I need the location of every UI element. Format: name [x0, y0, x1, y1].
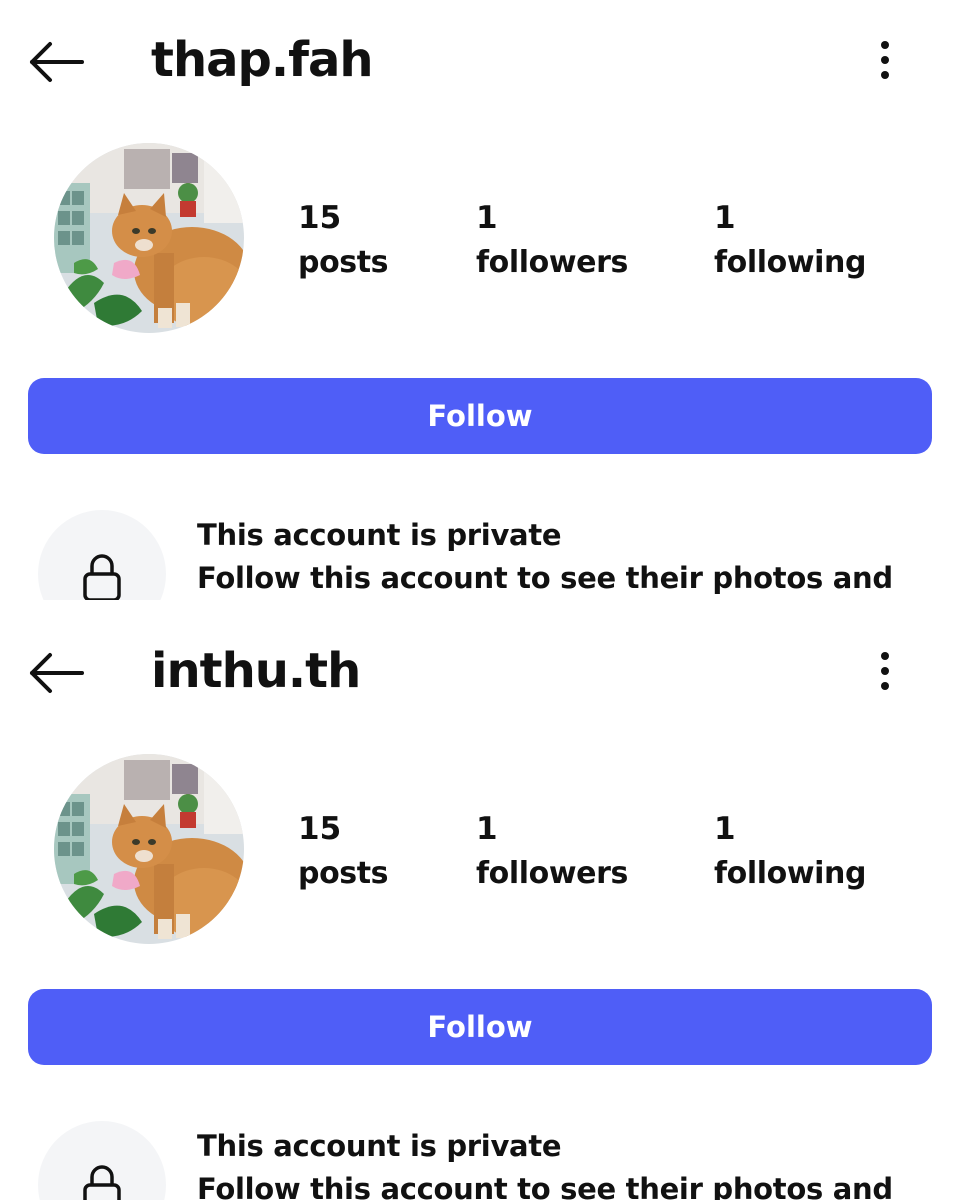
profile-avatar[interactable]: [54, 754, 244, 944]
followers-label: followers: [476, 245, 628, 280]
lock-icon: [83, 554, 121, 600]
cat-avatar-image: [54, 754, 244, 944]
more-vertical-icon: [881, 41, 889, 79]
private-account-title: This account is private: [197, 1129, 562, 1163]
private-account-title: This account is private: [197, 518, 562, 552]
profile-username: inthu.th: [151, 643, 361, 699]
back-button[interactable]: [26, 38, 86, 86]
private-account-description: Follow this account to see their photos …: [197, 561, 893, 595]
arrow-left-icon: [30, 653, 84, 693]
following-count: 1: [714, 200, 736, 236]
back-button[interactable]: [26, 649, 86, 697]
posts-count: 15: [298, 811, 342, 847]
stat-posts[interactable]: 15 posts: [298, 196, 389, 286]
private-account-description: Follow this account to see their photos …: [197, 1172, 893, 1200]
cat-avatar-image: [54, 143, 244, 333]
profile-panel-1: thap.fah 15 posts 1 followers 1 followin…: [0, 0, 960, 600]
followers-count: 1: [476, 811, 498, 847]
more-vertical-icon: [881, 652, 889, 690]
following-label: following: [714, 856, 867, 891]
followers-label: followers: [476, 856, 628, 891]
posts-label: posts: [298, 856, 389, 891]
follow-button[interactable]: Follow: [28, 989, 932, 1065]
profile-panel-2: inthu.th 15 posts 1 followers 1 followin…: [0, 611, 960, 1200]
following-count: 1: [714, 811, 736, 847]
more-options-button[interactable]: [866, 38, 904, 82]
follow-button[interactable]: Follow: [28, 378, 932, 454]
posts-count: 15: [298, 200, 342, 236]
profile-avatar[interactable]: [54, 143, 244, 333]
arrow-left-icon: [30, 42, 84, 82]
stat-followers[interactable]: 1 followers: [476, 807, 628, 897]
lock-icon: [83, 1165, 121, 1200]
stat-following[interactable]: 1 following: [714, 196, 866, 286]
stat-followers[interactable]: 1 followers: [476, 196, 628, 286]
following-label: following: [714, 245, 867, 280]
stat-following[interactable]: 1 following: [714, 807, 866, 897]
posts-label: posts: [298, 245, 389, 280]
stat-posts[interactable]: 15 posts: [298, 807, 389, 897]
more-options-button[interactable]: [866, 649, 904, 693]
profile-username: thap.fah: [151, 32, 374, 88]
followers-count: 1: [476, 200, 498, 236]
